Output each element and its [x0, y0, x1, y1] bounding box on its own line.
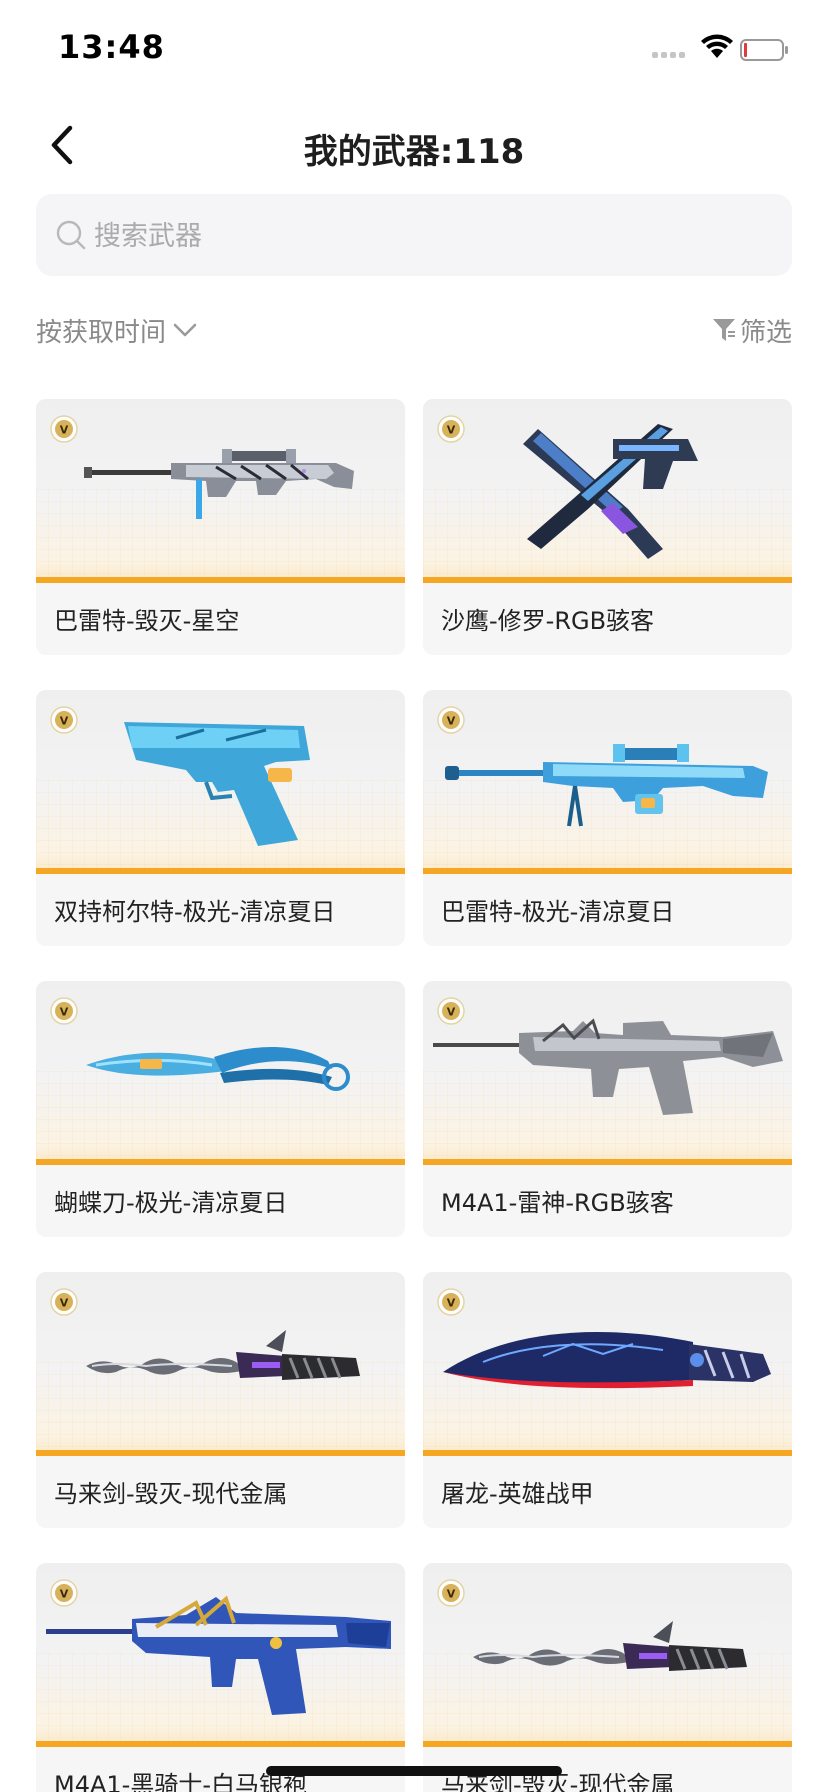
weapon-name: 屠龙-英雄战甲 — [441, 1480, 594, 1508]
kris-blade-icon — [473, 1621, 747, 1671]
weapon-image-area: V — [36, 690, 405, 874]
status-time: 13:48 — [58, 28, 165, 66]
weapon-image-area: V — [36, 1563, 405, 1747]
weapon-name: 沙鹰-修罗-RGB骇客 — [441, 607, 655, 635]
kukri-red-icon — [443, 1332, 771, 1389]
page-title: 我的武器:118 — [303, 132, 525, 172]
pistol-blue-icon — [124, 722, 310, 846]
filter-label: 筛选 — [739, 317, 792, 348]
battery-icon — [740, 39, 788, 61]
weapon-name: 马来剑-毁灭-现代金属 — [54, 1480, 288, 1508]
weapon-name: 双持柯尔特-极光-清凉夏日 — [54, 898, 336, 926]
weapon-image-area: V — [36, 399, 405, 583]
weapon-card[interactable]: V 沙鹰-修罗-RGB骇客 — [423, 399, 792, 655]
weapon-card[interactable]: V M4A1-雷神-RGB骇客 — [423, 981, 792, 1237]
weapon-card[interactable]: V 巴雷特-极光-清凉夏日 — [423, 690, 792, 946]
filter-icon — [712, 319, 735, 341]
weapon-card[interactable]: V 马来剑-毁灭-现代金属 — [36, 1272, 405, 1528]
weapon-image-area: V — [423, 1563, 792, 1747]
status-bar: 13:48 — [0, 0, 828, 96]
weapon-image-area: V — [423, 981, 792, 1165]
weapon-card[interactable]: V 屠龙-英雄战甲 — [423, 1272, 792, 1528]
weapon-name: 巴雷特-毁灭-星空 — [54, 607, 240, 635]
butterfly-knife-blue-icon — [86, 1046, 350, 1091]
sniper-rifle-blue-icon — [445, 744, 768, 827]
weapon-name: 蝴蝶刀-极光-清凉夏日 — [54, 1189, 288, 1217]
weapon-image-area: V — [36, 1272, 405, 1456]
weapon-image-area: V — [423, 690, 792, 874]
weapon-card[interactable]: V 马来剑-毁灭-现代金属 — [423, 1563, 792, 1792]
search-input[interactable] — [92, 194, 776, 278]
weapon-card[interactable]: V M4A1-黑骑士-白马银袍 — [36, 1563, 405, 1792]
nav-bar: 我的武器:118 — [0, 110, 828, 180]
assault-rifle-silver-icon — [433, 1018, 783, 1115]
search-icon — [56, 220, 86, 250]
search-box[interactable] — [36, 194, 792, 278]
assault-rifle-blue-gold-icon — [46, 1595, 391, 1715]
weapon-image-area: V — [423, 1272, 792, 1456]
sniper-rifle-dark-icon — [84, 449, 354, 519]
filter-button[interactable]: 筛选 — [712, 310, 792, 350]
kris-blade-icon — [86, 1330, 360, 1380]
home-indicator — [266, 1766, 562, 1776]
sort-dropdown[interactable]: 按获取时间 — [36, 310, 198, 350]
crossed-pistols-icon — [523, 424, 698, 559]
weapon-image-area: V — [36, 981, 405, 1165]
weapon-image-area: V — [423, 399, 792, 583]
weapon-card[interactable]: V 双持柯尔特-极光-清凉夏日 — [36, 690, 405, 946]
chevron-down-icon — [173, 323, 197, 337]
wifi-icon — [701, 34, 733, 58]
weapon-name: M4A1-雷神-RGB骇客 — [441, 1189, 674, 1217]
weapon-card[interactable]: V 巴雷特-毁灭-星空 — [36, 399, 405, 655]
weapons-page: 13:48 我的武器:118 按获取时间 — [0, 0, 828, 1792]
weapon-name: 巴雷特-极光-清凉夏日 — [441, 898, 675, 926]
sort-label: 按获取时间 — [36, 317, 167, 348]
weapon-card[interactable]: V 蝴蝶刀-极光-清凉夏日 — [36, 981, 405, 1237]
signal-icon — [652, 52, 692, 60]
